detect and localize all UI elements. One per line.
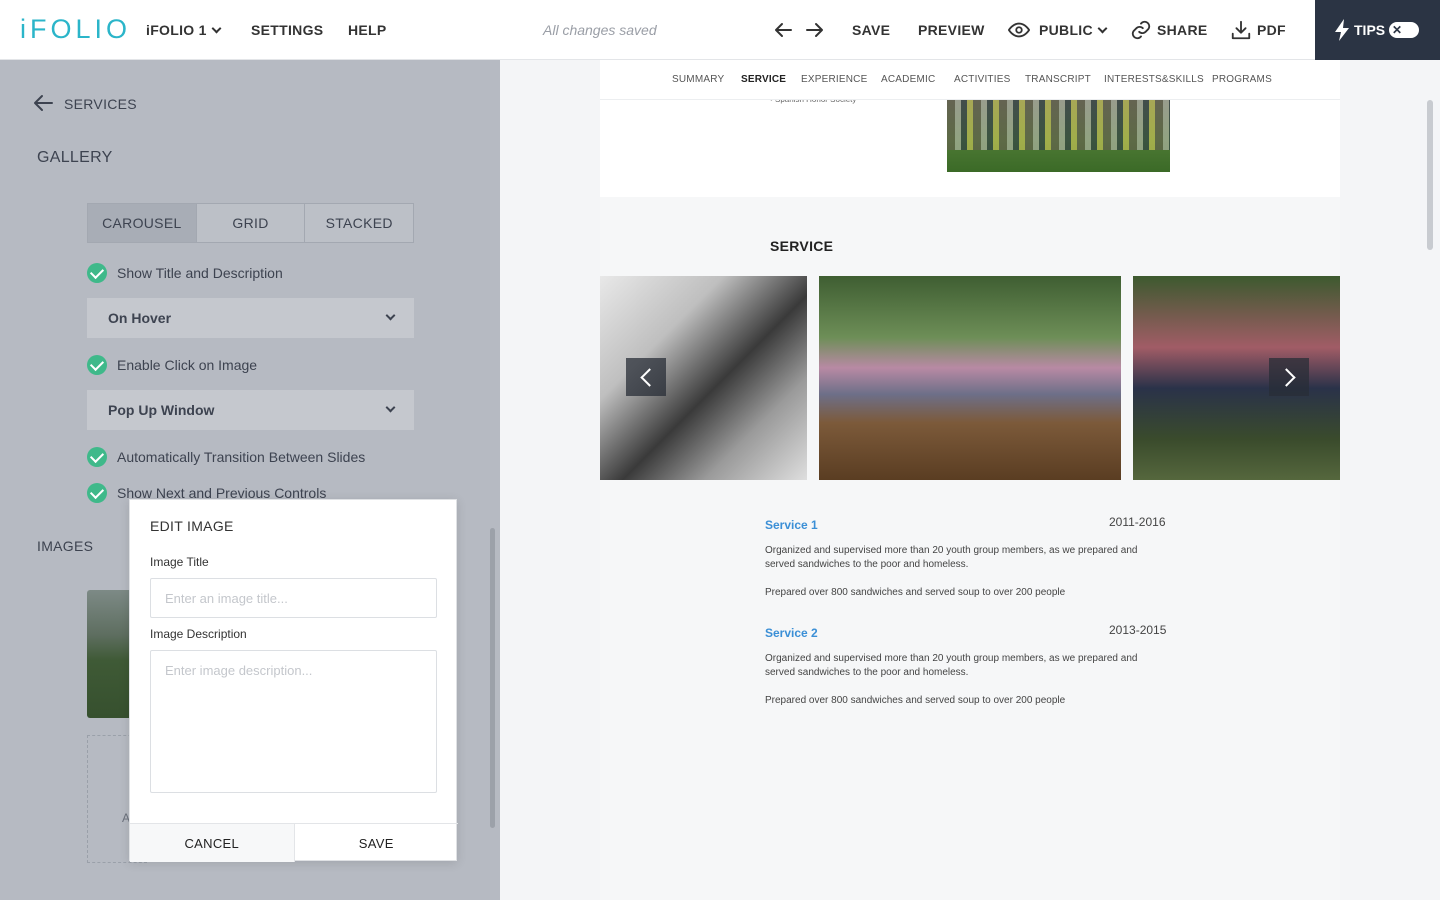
option-label: Show Title and Description (117, 265, 283, 281)
checkmark-icon (87, 483, 107, 503)
section-nav: SUMMARY SERVICE EXPERIENCE ACADEMIC ACTI… (600, 60, 1340, 100)
back-link[interactable]: SERVICES (64, 96, 137, 112)
help-link[interactable]: HELP (348, 22, 387, 38)
layout-grid-button[interactable]: GRID (197, 204, 306, 242)
auto-transition-option[interactable]: Automatically Transition Between Slides (87, 447, 365, 467)
select-value: On Hover (108, 310, 172, 326)
share-button[interactable]: SHARE (1157, 22, 1208, 38)
save-button[interactable]: SAVE (852, 22, 890, 38)
carousel-next-button[interactable] (1269, 358, 1309, 396)
preview-scrollbar[interactable] (1427, 100, 1433, 250)
checkmark-icon (87, 447, 107, 467)
image-title-label: Image Title (150, 555, 209, 569)
entry-note: Prepared over 800 sandwiches and served … (765, 587, 1066, 598)
enable-click-option[interactable]: Enable Click on Image (87, 355, 257, 375)
chevron-down-icon (385, 310, 396, 321)
lightning-icon (1335, 19, 1349, 41)
entry-date: 2011-2016 (1109, 515, 1166, 529)
folio-preview: • Spanish Honor Society SUMMARY SERVICE … (500, 60, 1440, 900)
image-desc-label: Image Description (150, 627, 247, 641)
close-icon: ✕ (1392, 23, 1403, 37)
entry-date: 2013-2015 (1109, 623, 1167, 637)
images-title: IMAGES (37, 538, 94, 554)
carousel-prev-button[interactable] (626, 358, 666, 396)
modal-footer: CANCEL SAVE (130, 823, 458, 862)
tab-experience[interactable]: EXPERIENCE (801, 74, 867, 85)
preview-page: • Spanish Honor Society SUMMARY SERVICE … (600, 60, 1340, 900)
option-label: Enable Click on Image (117, 357, 258, 373)
folio-menu[interactable]: iFOLIO 1 (146, 22, 222, 38)
checkmark-icon (87, 355, 107, 375)
entry-note: Prepared over 800 sandwiches and served … (765, 695, 1066, 706)
eye-icon[interactable] (1008, 19, 1030, 41)
service-heading: SERVICE (770, 238, 834, 254)
chevron-down-icon (385, 402, 396, 413)
panel-scrollbar[interactable] (490, 528, 495, 828)
undo-arrow-icon[interactable] (771, 18, 795, 42)
settings-link[interactable]: SETTINGS (251, 22, 323, 38)
gallery-layout-switch: CAROUSEL GRID STACKED (87, 203, 414, 243)
checkmark-icon (87, 263, 107, 283)
app-logo[interactable]: iFOLIO (20, 14, 131, 45)
tab-transcript[interactable]: TRANSCRIPT (1025, 74, 1091, 85)
carousel-photo[interactable] (819, 276, 1121, 480)
image-title-input[interactable] (150, 578, 437, 618)
tab-service[interactable]: SERVICE (741, 74, 786, 85)
entry-description: Organized and supervised more than 20 yo… (765, 545, 1138, 570)
previous-section-photo[interactable] (947, 100, 1170, 172)
download-icon[interactable] (1230, 19, 1252, 41)
tab-programs[interactable]: PROGRAMS (1212, 74, 1272, 85)
click-mode-select[interactable]: Pop Up Window (87, 390, 414, 430)
cancel-button[interactable]: CANCEL (130, 824, 295, 862)
entry-title[interactable]: Service 2 (765, 626, 818, 640)
chevron-down-icon (1097, 23, 1108, 34)
edit-image-modal: EDIT IMAGE Image Title Image Description… (129, 499, 458, 862)
modal-save-button[interactable]: SAVE (295, 824, 459, 862)
option-label: Automatically Transition Between Slides (117, 449, 366, 465)
tips-panel[interactable]: TIPS ✕ (1315, 0, 1440, 60)
tab-interests-skills[interactable]: INTERESTS&SKILLS (1104, 74, 1204, 85)
entry-title[interactable]: Service 1 (765, 518, 818, 532)
entry-description: Organized and supervised more than 20 yo… (765, 653, 1138, 678)
tab-academic[interactable]: ACADEMIC (881, 74, 935, 85)
title-desc-mode-select[interactable]: On Hover (87, 298, 414, 338)
save-status: All changes saved (543, 22, 657, 38)
modal-title: EDIT IMAGE (150, 518, 234, 534)
visibility-label: PUBLIC (1039, 22, 1093, 38)
tab-summary[interactable]: SUMMARY (672, 74, 724, 85)
image-desc-textarea[interactable] (150, 650, 437, 793)
back-arrow-icon[interactable] (33, 94, 53, 112)
redo-arrow-icon[interactable] (803, 18, 827, 42)
select-value: Pop Up Window (108, 402, 215, 418)
chevron-down-icon (211, 23, 222, 34)
preview-button[interactable]: PREVIEW (918, 22, 985, 38)
visibility-menu[interactable]: PUBLIC (1039, 22, 1108, 38)
tab-activities[interactable]: ACTIVITIES (954, 74, 1010, 85)
folio-menu-label: iFOLIO 1 (146, 22, 207, 38)
layout-stacked-button[interactable]: STACKED (305, 204, 413, 242)
link-icon[interactable] (1130, 19, 1152, 41)
tips-label: TIPS (1354, 22, 1386, 38)
tips-toggle[interactable]: ✕ (1389, 22, 1419, 38)
top-bar: iFOLIO iFOLIO 1 SETTINGS HELP All change… (0, 0, 1440, 60)
pdf-button[interactable]: PDF (1257, 22, 1286, 38)
layout-carousel-button[interactable]: CAROUSEL (88, 204, 197, 242)
gallery-title: GALLERY (37, 149, 113, 166)
show-title-desc-option[interactable]: Show Title and Description (87, 263, 283, 283)
